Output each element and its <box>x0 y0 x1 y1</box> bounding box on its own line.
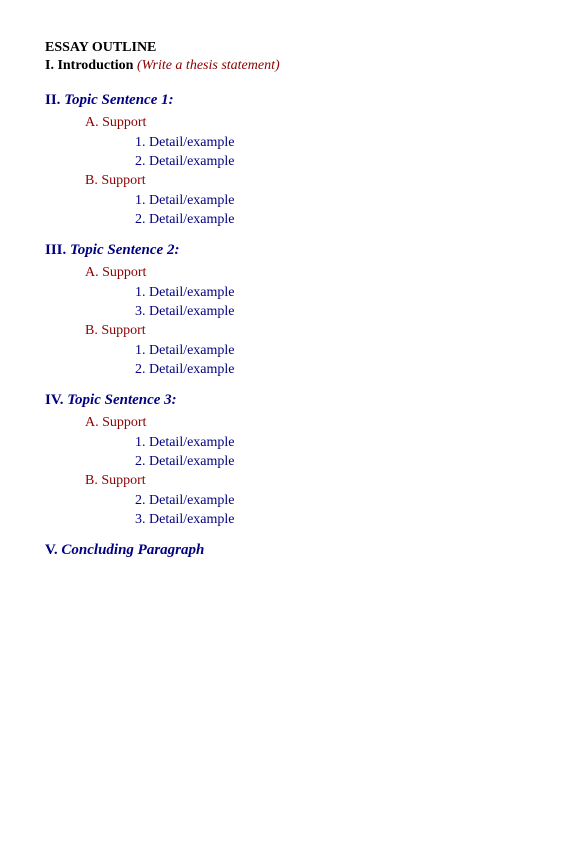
outline-section: III. Topic Sentence 2: A. Support 1. Detai… <box>45 242 526 378</box>
support-item: A. Support <box>85 415 526 431</box>
support-item: B. Support <box>85 473 526 489</box>
intro-italic: (Write a thesis statement) <box>137 58 280 73</box>
page-title: ESSAY OUTLINE <box>45 40 526 56</box>
outline-section: IV. Topic Sentence 3: A. Support 1. Detail… <box>45 392 526 528</box>
section-heading: III. Topic Sentence 2: <box>45 242 526 259</box>
conclusion-numeral: V. <box>45 542 58 558</box>
outline-section: II. Topic Sentence 1: A. Support 1. Detail… <box>45 92 526 228</box>
detail-item: 1. Detail/example <box>135 343 526 359</box>
detail-item: 2. Detail/example <box>135 493 526 509</box>
detail-item: 1. Detail/example <box>135 135 526 151</box>
conclusion-text: Concluding Paragraph <box>61 542 204 558</box>
concluding-paragraph: V. Concluding Paragraph <box>45 542 526 559</box>
intro-line: I. Introduction (Write a thesis statemen… <box>45 58 526 74</box>
support-item: A. Support <box>85 115 526 131</box>
detail-item: 2. Detail/example <box>135 212 526 228</box>
detail-item: 3. Detail/example <box>135 512 526 528</box>
detail-item: 1. Detail/example <box>135 435 526 451</box>
support-item: A. Support <box>85 265 526 281</box>
detail-item: 2. Detail/example <box>135 362 526 378</box>
support-item: B. Support <box>85 173 526 189</box>
detail-item: 3. Detail/example <box>135 304 526 320</box>
detail-item: 1. Detail/example <box>135 285 526 301</box>
outline-body: II. Topic Sentence 1: A. Support 1. Detail… <box>45 92 526 528</box>
intro-label: I. Introduction <box>45 58 133 73</box>
detail-item: 2. Detail/example <box>135 454 526 470</box>
detail-item: 2. Detail/example <box>135 154 526 170</box>
section-heading: II. Topic Sentence 1: <box>45 92 526 109</box>
detail-item: 1. Detail/example <box>135 193 526 209</box>
section-heading: IV. Topic Sentence 3: <box>45 392 526 409</box>
support-item: B. Support <box>85 323 526 339</box>
